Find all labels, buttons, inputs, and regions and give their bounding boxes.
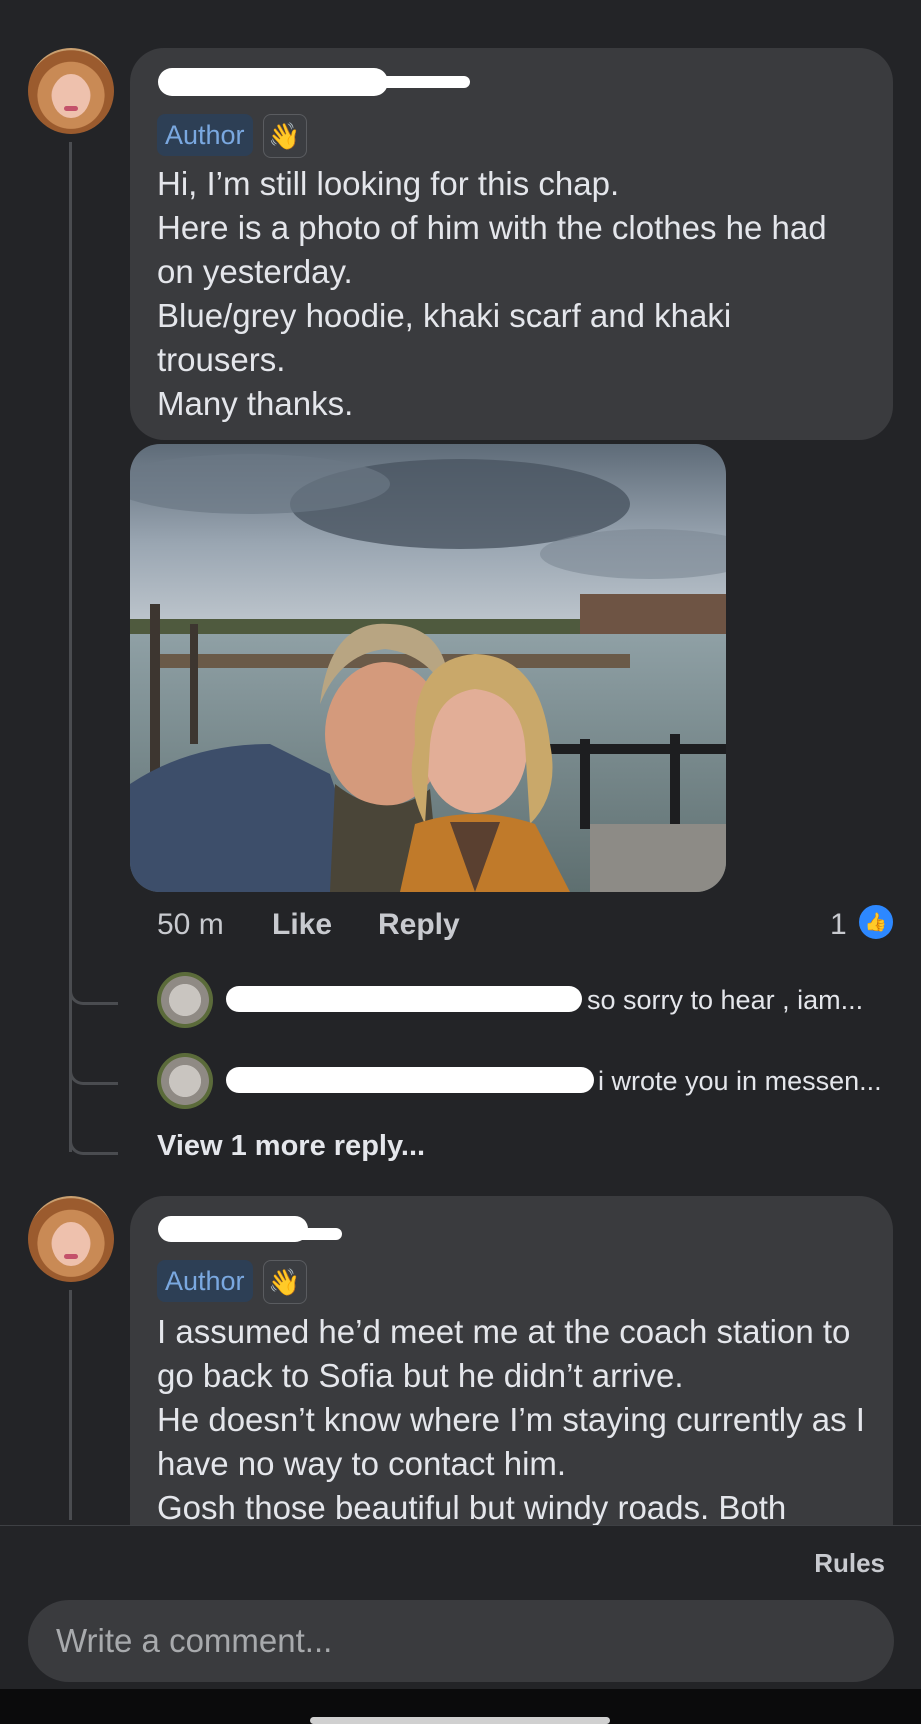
comment-text: Hi, I’m still looking for this chap. Her… <box>157 165 827 422</box>
comment-input[interactable] <box>28 1600 894 1682</box>
redacted-author-name <box>370 76 470 88</box>
reply-connector <box>69 952 118 1005</box>
comment-text: I assumed he’d meet me at the coach stat… <box>157 1313 865 1526</box>
author-badge: Author <box>157 114 253 156</box>
thread-line <box>69 1290 72 1520</box>
author-badge: Author <box>157 1260 253 1302</box>
waving-hand-icon: 👋 <box>262 114 307 158</box>
redacted-author-name <box>158 68 388 96</box>
reply-connector <box>69 1110 118 1155</box>
harbor-selfie-image <box>130 444 726 892</box>
redacted-reply-name <box>226 986 582 1012</box>
thumbs-up-icon[interactable]: 👍 <box>856 902 896 942</box>
reply-avatar[interactable] <box>157 972 213 1028</box>
reply-text[interactable]: i wrote you in messen... <box>598 1066 882 1097</box>
system-nav-bar <box>0 1689 921 1724</box>
thread-line <box>69 142 72 1152</box>
comment-composer-bar: Rules <box>0 1525 921 1690</box>
redacted-author-name <box>158 1216 308 1242</box>
comment-timestamp: 50 m <box>157 908 224 941</box>
like-button[interactable]: Like <box>272 908 332 942</box>
waving-hand-icon: 👋 <box>262 1260 307 1304</box>
home-indicator[interactable] <box>310 1717 610 1724</box>
rules-link[interactable]: Rules <box>814 1548 885 1579</box>
view-more-replies-link[interactable]: View 1 more reply... <box>157 1130 425 1163</box>
comment-bubble[interactable]: Author 👋 Hi, I’m still looking for this … <box>130 48 893 440</box>
redacted-reply-name <box>226 1067 594 1093</box>
reply-connector <box>69 1030 118 1085</box>
comment-photo[interactable] <box>130 444 726 892</box>
redacted-author-name <box>290 1228 342 1240</box>
reply-avatar[interactable] <box>157 1053 213 1109</box>
reply-button[interactable]: Reply <box>378 908 460 942</box>
commenter-avatar[interactable] <box>28 48 114 134</box>
reaction-count[interactable]: 1 <box>830 908 847 942</box>
reply-text[interactable]: so sorry to hear , iam... <box>587 985 863 1016</box>
commenter-avatar[interactable] <box>28 1196 114 1282</box>
